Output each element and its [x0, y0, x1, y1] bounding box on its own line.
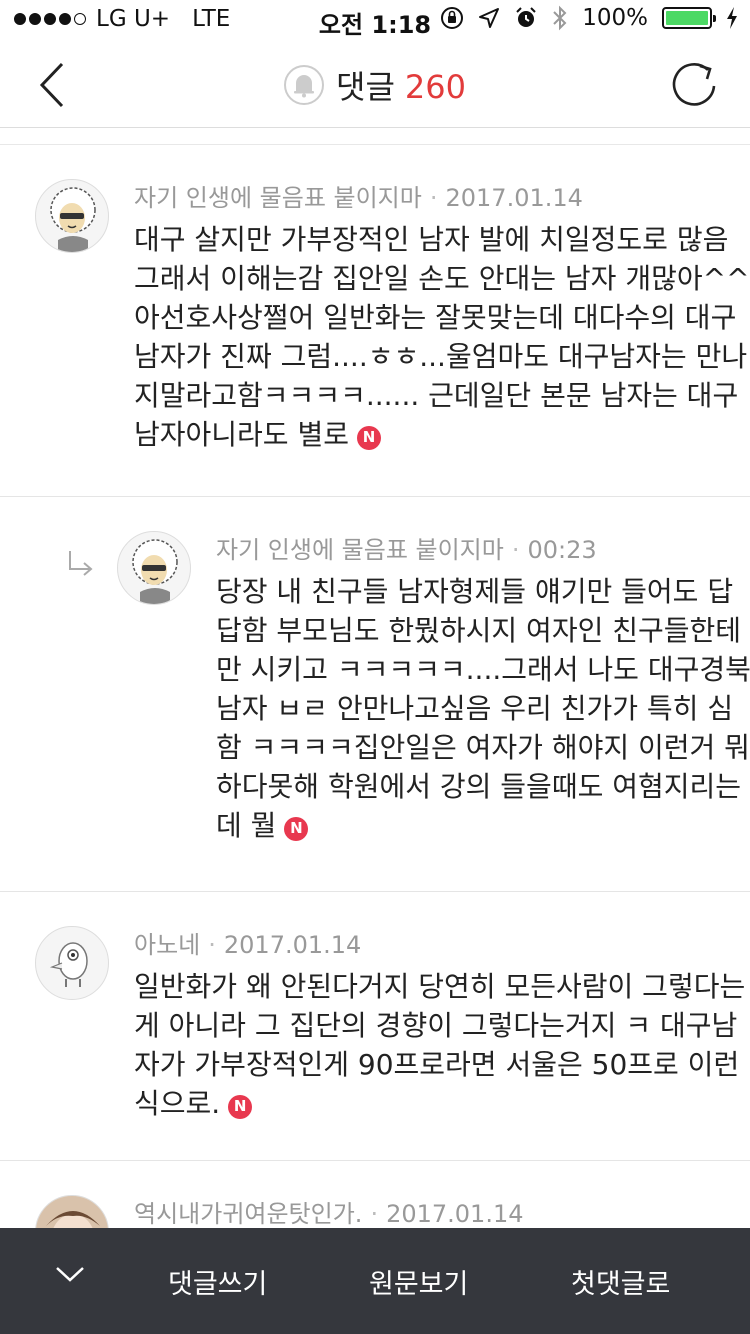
- comment-line: 게 아니라 그 집단의 경향이 그렇다는거지 ㅋ 대구남: [134, 1009, 738, 1042]
- comment-line: 만 시키고 ㅋㅋㅋㅋㅋ....그래서 나도 대구경북: [216, 653, 750, 686]
- comment-line: 대구 살지만 가부장적인 남자 발에 치일정도로 많음: [134, 223, 729, 256]
- status-bar: LG U+ LTE 오전 1:18 100%: [0, 0, 750, 40]
- comment-line: 당장 내 친구들 남자형제들 얘기만 들어도 답: [216, 575, 734, 608]
- view-original-button[interactable]: 원문보기: [369, 1262, 468, 1301]
- comment-line: 답함 부모님도 한뭤하시지 여자인 친구들한테: [216, 614, 742, 647]
- comment-author[interactable]: 자기 인생에 물음표 붙이지마: [216, 536, 504, 564]
- page-title: 댓글 260: [0, 62, 750, 108]
- battery-icon: [662, 7, 716, 29]
- comment-count: 260: [404, 68, 466, 106]
- avatar[interactable]: [117, 531, 191, 605]
- comment-date: 00:23: [527, 536, 597, 564]
- comment-author[interactable]: 역시내가귀여운탓인가.: [134, 1200, 362, 1228]
- bottom-toolbar: 댓글쓰기 원문보기 첫댓글로: [0, 1228, 750, 1334]
- comment-body: 대구 살지만 가부장적인 남자 발에 치일정도로 많음 그래서 이해는감 집안일…: [134, 220, 750, 454]
- bluetooth-icon: [553, 5, 567, 31]
- comment-line: 남자아니라도 별로: [134, 418, 349, 451]
- avatar[interactable]: [35, 179, 109, 253]
- comment-line: 그래서 이해는감 집안일 손도 안대는 남자 개많아^^남: [134, 262, 750, 295]
- comment-line: 식으로.: [134, 1087, 221, 1120]
- bell-icon[interactable]: [284, 65, 325, 105]
- reply-arrow-icon: [69, 551, 93, 576]
- comment-meta: 역시내가귀여운탓인가. · 2017.01.14: [134, 1200, 524, 1228]
- comment-meta: 자기 인생에 물음표 붙이지마 · 2017.01.14: [134, 184, 583, 212]
- comment-body: 당장 내 친구들 남자형제들 얘기만 들어도 답 답함 부모님도 한뭤하시지 여…: [216, 572, 750, 845]
- new-badge: N: [356, 425, 381, 450]
- comment-line: 남자가 진짜 그럼....ㅎㅎ...울엄마도 대구남자는 만나: [134, 340, 748, 373]
- comment-date: 2017.01.14: [386, 1200, 524, 1228]
- comment-line: 지말라고함ㅋㅋㅋㅋ...... 근데일단 본문 남자는 대구: [134, 379, 739, 412]
- avatar[interactable]: [35, 926, 109, 1000]
- write-comment-button[interactable]: 댓글쓰기: [168, 1262, 267, 1301]
- comment-item: 아노네 · 2017.01.14 일반화가 왜 안된다거지 당연히 모든사람이 그렇…: [0, 892, 750, 1161]
- rotation-lock-icon: [441, 7, 464, 29]
- reply-item: 자기 인생에 물음표 붙이지마 · 00:23 당장 내 친구들 남자형제들 얘기만…: [0, 497, 750, 892]
- comment-line: 자가 가부장적인게 90프로라면 서울은 50프로 이런: [134, 1048, 740, 1081]
- title-label: 댓글: [336, 68, 395, 106]
- comment-author[interactable]: 아노네: [134, 931, 200, 959]
- nav-bar: 댓글 260: [0, 40, 750, 128]
- afro-character-icon: [50, 187, 96, 252]
- comment-meta: 아노네 · 2017.01.14: [134, 931, 362, 959]
- comment-date: 2017.01.14: [445, 184, 583, 212]
- comment-meta: 자기 인생에 물음표 붙이지마 · 00:23: [216, 536, 597, 564]
- comment-line: 하다못해 학원에서 강의 들을때도 여혐지리는: [216, 770, 742, 803]
- status-right: 100%: [440, 5, 738, 31]
- comment-item: 자기 인생에 물음표 붙이지마 · 2017.01.14 대구 살지만 가부장적인 …: [0, 145, 750, 497]
- battery-percent: 100%: [582, 5, 648, 31]
- comment-body: 일반화가 왜 안된다거지 당연히 모든사람이 그렇다는 게 아니라 그 집단의 …: [134, 967, 745, 1123]
- comment-line: 일반화가 왜 안된다거지 당연히 모든사람이 그렇다는: [134, 970, 746, 1003]
- comment-line: 아선호사상쩔어 일반화는 잘못맞는데 대다수의 대구: [134, 301, 737, 334]
- comment-line: 남자 ㅂㄹ 안만나고싶음 우리 친가가 특히 심: [216, 692, 734, 725]
- comment-line: 데 뭘: [216, 809, 277, 842]
- chevron-down-icon[interactable]: [54, 1264, 86, 1284]
- charging-icon: [727, 7, 737, 29]
- creature-character-icon: [49, 942, 88, 987]
- location-icon: [479, 8, 500, 28]
- comment-author[interactable]: 자기 인생에 물음표 붙이지마: [134, 184, 422, 212]
- first-comment-button[interactable]: 첫댓글로: [571, 1262, 670, 1301]
- alarm-icon: [516, 7, 536, 27]
- comment-date: 2017.01.14: [223, 931, 362, 959]
- comment-line: 함 ㅋㅋㅋㅋ집안일은 여자가 해야지 이런거 뭐: [216, 731, 750, 764]
- new-badge: N: [284, 816, 309, 841]
- refresh-icon[interactable]: [670, 58, 720, 110]
- new-badge: N: [228, 1094, 253, 1119]
- afro-character-icon: [132, 539, 178, 604]
